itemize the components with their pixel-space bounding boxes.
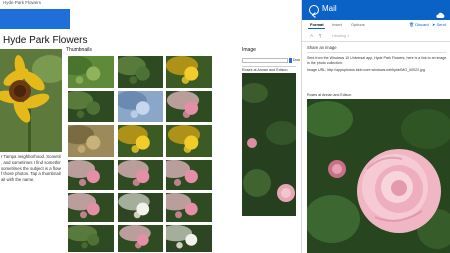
app-titlebar: Hyde Park Flowers <box>0 0 301 8</box>
thumbnail-white-blooms[interactable] <box>166 225 212 252</box>
mail-header: Mail <box>302 0 450 20</box>
thumbnail-yellow-buttons[interactable] <box>118 125 163 157</box>
back-arrow-icon[interactable] <box>309 5 319 18</box>
image-url-line: Image URL: http://appsphotos.blob.core.w… <box>307 68 425 73</box>
selected-image <box>242 73 296 216</box>
thumbnail-lavender-bush[interactable] <box>118 160 163 190</box>
thumbnail-small-pink-rose[interactable] <box>166 193 212 222</box>
image-field-button[interactable] <box>289 58 292 63</box>
cloud-icon[interactable] <box>436 6 445 18</box>
thumbnail-yellow-pansies[interactable] <box>166 125 212 157</box>
mail-rose-image <box>307 99 450 253</box>
thumbnail-dark-shrubs[interactable] <box>118 56 163 88</box>
body-text-2: photo collection: <box>316 60 343 65</box>
hyde-park-flowers-app: Hyde Park Flowers Hyde Park Flowers r Ta… <box>0 0 301 253</box>
thumbnail-pink-bush[interactable] <box>68 160 114 190</box>
image-field-side-text: Dow <box>293 58 301 62</box>
description-line: r Tampa neighborhood. Sometimes <box>1 154 61 159</box>
mail-title: Mail <box>322 4 337 13</box>
thumbnail-leafy-plant[interactable] <box>68 225 114 252</box>
trash-icon: 🗑 <box>409 22 415 27</box>
app-window-title: Hyde Park Flowers <box>3 0 42 5</box>
image-caption: Roses at Annan and Edison <box>242 66 296 72</box>
discard-label: Discard <box>415 22 429 27</box>
subject-divider <box>307 52 446 53</box>
thumbnail-dry-leaves[interactable] <box>68 125 114 157</box>
body-line: Sent from the Windows 10 Universal app, … <box>307 56 447 65</box>
image-name-field[interactable] <box>242 58 288 63</box>
text-style-icon[interactable]: ¶ <box>319 33 321 38</box>
send-button[interactable]: ➤ Send <box>432 22 446 27</box>
thumbnail-red-petunias[interactable] <box>118 225 163 252</box>
tab-insert[interactable]: Insert <box>332 22 342 27</box>
thumbnail-pink-hibiscus[interactable] <box>68 193 114 222</box>
format-toolbar: A ¶ Heading 1 <box>302 31 450 42</box>
discard-button[interactable]: 🗑 Discard <box>409 22 429 27</box>
app-description: r Tampa neighborhood. Sometimes , and so… <box>1 154 61 183</box>
sunflower-photo <box>0 49 62 152</box>
tab-options[interactable]: Options <box>351 22 365 27</box>
description-line: ail with the name. <box>1 177 35 183</box>
thumbnail-white-daisies[interactable] <box>118 193 163 222</box>
thumbnail-yellow-lily[interactable] <box>166 56 212 88</box>
thumbnail-red-bloom[interactable] <box>166 160 212 190</box>
send-icon: ➤ <box>432 22 436 27</box>
thumbnails-label: Thumbnails <box>66 47 92 53</box>
active-tab-indicator <box>308 28 325 29</box>
mail-body[interactable]: Sent from the Windows 10 Universal app, … <box>307 56 447 76</box>
thumbnails-grid <box>68 56 218 252</box>
subject-field[interactable]: Share an image <box>307 45 337 50</box>
tab-format[interactable]: Format <box>310 22 324 27</box>
description-line: , and sometimes I find something to <box>1 159 61 165</box>
send-label: Send <box>436 22 446 27</box>
bold-icon[interactable]: A <box>310 33 313 38</box>
app-header-bar[interactable] <box>0 9 70 29</box>
thumbnail-blue-flowers[interactable] <box>118 91 163 122</box>
image-label: Image <box>242 47 256 53</box>
page-title: Hyde Park Flowers <box>3 35 88 46</box>
thumbnail-pink-rose[interactable] <box>166 91 212 122</box>
mail-image-caption: Roses at Annan and Edison <box>307 93 352 97</box>
thumbnail-plant-pot[interactable] <box>68 91 114 122</box>
heading-style-selector[interactable]: Heading 1 <box>332 34 349 38</box>
mail-compose-pane: Mail Format Insert Options 🗑 Discard ➤ S… <box>301 0 450 253</box>
thumbnail-garden-lawn[interactable] <box>68 56 114 88</box>
image-panel: Dow Roses at Annan and Edison <box>242 56 300 216</box>
